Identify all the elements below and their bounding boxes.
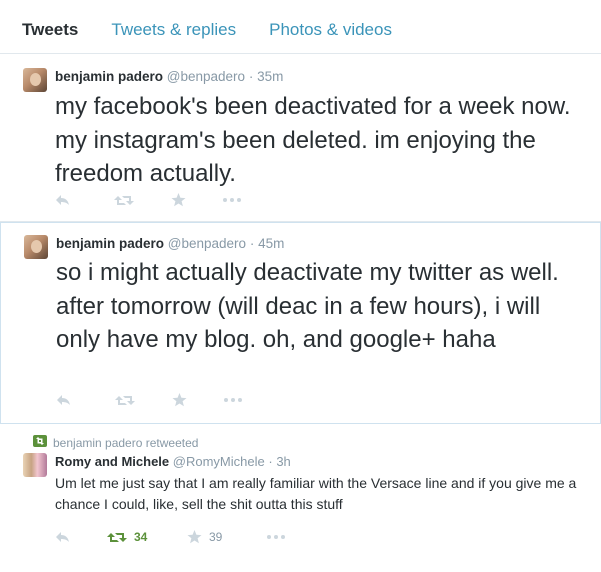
avatar[interactable]	[23, 68, 47, 92]
author-name[interactable]: Romy and Michele	[55, 454, 169, 469]
tweet-timestamp[interactable]: 3h	[276, 454, 290, 469]
author-name[interactable]: benjamin padero	[55, 69, 163, 84]
tab-tweets-and-replies[interactable]: Tweets & replies	[111, 20, 236, 53]
time-separator: ·	[248, 69, 254, 84]
retweet-context-icon	[33, 435, 47, 450]
reply-icon	[56, 195, 69, 205]
favorite-icon	[187, 530, 202, 544]
tweet-header: benjamin padero @benpadero · 45m	[56, 236, 284, 251]
retweet-icon	[115, 395, 135, 405]
tweet-item[interactable]: benjamin padero @benpadero · 45m so i mi…	[0, 222, 601, 424]
retweet-count: 34	[134, 530, 148, 544]
reply-button[interactable]	[55, 194, 114, 206]
tweet-actions	[55, 193, 241, 207]
more-icon	[267, 535, 285, 539]
more-icon	[223, 198, 241, 202]
tweet-timestamp[interactable]: 35m	[257, 69, 283, 84]
favorite-icon	[172, 393, 187, 407]
author-handle[interactable]: @RomyMichele	[173, 454, 265, 469]
avatar[interactable]	[23, 453, 47, 477]
time-separator: ·	[249, 236, 255, 251]
more-button[interactable]	[223, 198, 241, 202]
tweet-text: so i might actually deactivate my twitte…	[56, 259, 559, 353]
tweet-timestamp[interactable]: 45m	[258, 236, 284, 251]
reply-button[interactable]	[55, 531, 107, 543]
time-separator: ·	[268, 454, 273, 469]
tweet-text: my facebook's been deactivated for a wee…	[55, 93, 571, 187]
favorite-button[interactable]	[172, 393, 224, 407]
reply-icon	[56, 532, 69, 542]
tweet-text: Um let me just say that I am really fami…	[55, 475, 577, 512]
tab-photos-and-videos[interactable]: Photos & videos	[269, 20, 392, 53]
more-button[interactable]	[224, 398, 242, 402]
author-handle[interactable]: @benpadero	[168, 236, 246, 251]
tweet-item[interactable]: benjamin padero @benpadero · 35m my face…	[0, 54, 601, 222]
retweet-button[interactable]	[115, 394, 172, 407]
reply-icon	[57, 395, 70, 405]
tab-tweets[interactable]: Tweets	[22, 20, 78, 53]
profile-tabs: Tweets Tweets & replies Photos & videos	[0, 0, 601, 54]
author-handle[interactable]: @benpadero	[167, 69, 245, 84]
more-button[interactable]	[267, 535, 285, 539]
favorite-icon	[171, 193, 186, 207]
more-icon	[224, 398, 242, 402]
retweet-context: benjamin padero retweeted	[33, 435, 198, 450]
author-name[interactable]: benjamin padero	[56, 236, 164, 251]
tweet-item[interactable]: benjamin padero retweeted Romy and Miche…	[0, 424, 601, 572]
tweet-header: Romy and Michele @RomyMichele · 3h	[55, 454, 291, 469]
retweet-button[interactable]	[114, 194, 171, 207]
retweet-icon	[107, 532, 127, 542]
favorite-count: 39	[209, 530, 223, 544]
tweet-actions: 34 39	[55, 530, 285, 544]
favorite-button[interactable]	[171, 193, 223, 207]
favorite-button[interactable]: 39	[187, 530, 267, 544]
retweet-button[interactable]: 34	[107, 530, 187, 544]
retweet-context-text[interactable]: benjamin padero retweeted	[53, 436, 198, 450]
tweet-actions	[56, 393, 242, 407]
retweet-icon	[114, 195, 134, 205]
avatar[interactable]	[24, 235, 48, 259]
tweet-header: benjamin padero @benpadero · 35m	[55, 69, 283, 84]
reply-button[interactable]	[56, 394, 115, 406]
